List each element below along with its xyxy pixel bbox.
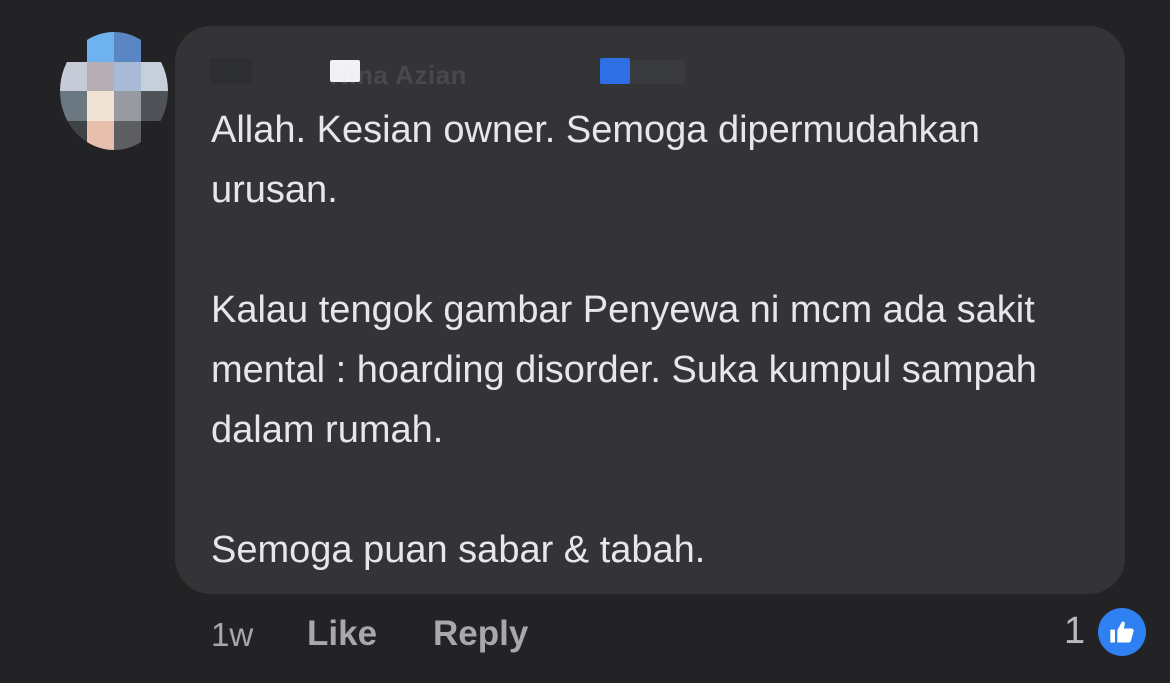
comment-paragraph: Semoga puan sabar & tabah. xyxy=(211,529,706,571)
comment-paragraph: Allah. Kesian owner. Semoga dipermudahka… xyxy=(211,109,980,211)
comment-actions: 1w Like Reply 1 xyxy=(211,608,1151,660)
redaction-block xyxy=(210,58,252,84)
comment-paragraph: Kalau tengok gambar Penyewa ni mcm ada s… xyxy=(211,289,1037,451)
reaction-count[interactable]: 1 xyxy=(1064,610,1085,653)
comment-author[interactable]: Nina Azian xyxy=(210,58,685,90)
comment-timestamp[interactable]: 1w xyxy=(211,616,253,654)
redaction-block xyxy=(630,60,685,84)
author-name[interactable]: Nina Azian xyxy=(330,60,467,91)
reply-button[interactable]: Reply xyxy=(433,614,528,654)
comment-text: Allah. Kesian owner. Semoga dipermudahka… xyxy=(211,100,1111,580)
like-button[interactable]: Like xyxy=(307,614,377,654)
avatar[interactable] xyxy=(60,32,168,150)
redaction-block xyxy=(600,58,630,84)
thumbs-up-icon[interactable] xyxy=(1098,608,1146,656)
comment-screen: Nina Azian Allah. Kesian owner. Semoga d… xyxy=(0,0,1170,683)
